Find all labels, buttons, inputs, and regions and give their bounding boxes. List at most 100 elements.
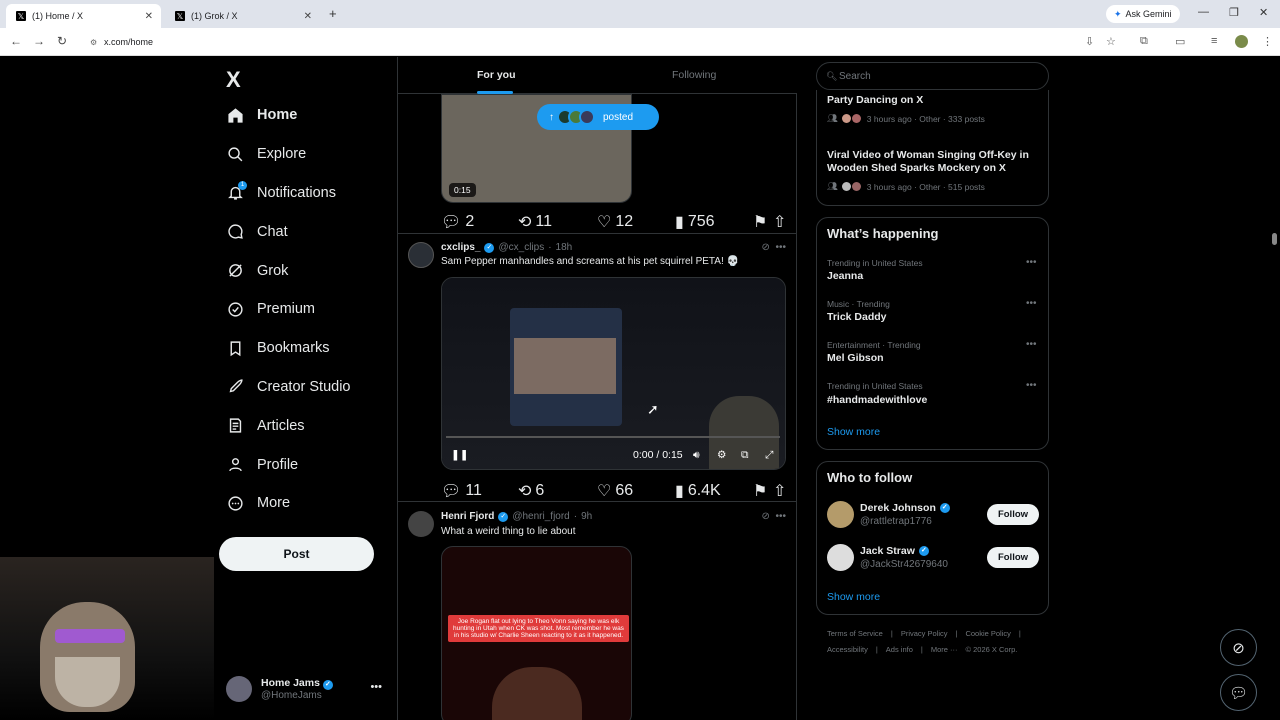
post-time[interactable]: 18h [556, 242, 573, 253]
new-tab-icon[interactable]: + [329, 6, 337, 21]
site-info-icon[interactable]: ⚙ [90, 38, 97, 47]
trend-more-icon[interactable]: ••• [1026, 339, 1037, 350]
browser-tab-home[interactable]: 𝕏 (1) Home / X ✕ [6, 4, 161, 28]
post-media-video[interactable]: Joe Rogan flat out lying to Theo Vonn sa… [441, 546, 632, 720]
browser-profile-avatar[interactable] [1235, 35, 1248, 48]
account-switcher[interactable]: Home Jams ✓ @HomeJams ••• [226, 673, 386, 705]
fullscreen-icon[interactable]: ⤢ [765, 449, 773, 462]
trend-name[interactable]: Mel Gibson [827, 352, 884, 364]
nav-bookmarks[interactable]: Bookmarks [226, 329, 351, 368]
bookmark-icon[interactable]: ⚑ [753, 212, 767, 232]
trend-name[interactable]: #handmadewithlove [827, 394, 927, 406]
install-app-icon[interactable]: ⇩ [1085, 35, 1094, 48]
show-more-trends-link[interactable]: Show more [827, 426, 880, 438]
show-more-follow-link[interactable]: Show more [827, 591, 880, 603]
tab-for-you[interactable]: For you [477, 69, 516, 81]
suggestion-avatar[interactable] [827, 501, 854, 528]
author-avatar[interactable] [408, 242, 434, 268]
trend-more-icon[interactable]: ••• [1026, 257, 1037, 268]
bookmark-star-icon[interactable]: ☆ [1106, 35, 1116, 48]
search-input[interactable]: 🔍︎ Search [816, 62, 1049, 90]
trend-name[interactable]: Trick Daddy [827, 311, 887, 323]
nav-profile[interactable]: Profile [226, 445, 351, 484]
footer-link[interactable]: Ads info [886, 645, 913, 654]
news-title[interactable]: Party Dancing on X [827, 94, 1037, 107]
close-tab-icon[interactable]: ✕ [304, 11, 312, 22]
nav-label: Profile [257, 456, 299, 473]
ask-gemini-button[interactable]: ✦ Ask Gemini [1106, 5, 1180, 23]
page-scrollbar[interactable] [1272, 233, 1277, 245]
tab-search-icon[interactable]: ▭ [1175, 35, 1185, 48]
views-button[interactable]: ▮ 756 [675, 212, 715, 232]
reply-button[interactable]: 💬︎ 2 [441, 212, 474, 232]
nav-articles[interactable]: Articles [226, 406, 351, 445]
repost-button[interactable]: ⟲ 6 [518, 481, 544, 501]
grok-and-more-icons[interactable]: ⊘ ••• [762, 242, 786, 253]
follow-button[interactable]: Follow [987, 547, 1039, 568]
restore-icon[interactable]: ❐ [1229, 6, 1239, 19]
share-icon[interactable]: ⇧ [773, 481, 786, 501]
like-count: 12 [615, 213, 634, 230]
grok-and-more-icons[interactable]: ⊘ ••• [762, 511, 786, 522]
close-window-icon[interactable]: ✕ [1259, 6, 1268, 19]
post-time[interactable]: 9h [581, 511, 592, 522]
minimize-icon[interactable]: — [1198, 6, 1209, 18]
views-button[interactable]: ▮ 6.4K [675, 481, 721, 501]
back-icon[interactable]: ← [10, 34, 22, 48]
nav-more[interactable]: More [226, 484, 351, 523]
like-button[interactable]: ♡ 66 [597, 481, 633, 501]
author-name[interactable]: Henri Fjord [441, 511, 494, 522]
nav-notifications[interactable]: 1 Notifications [226, 174, 351, 213]
footer-link[interactable]: More ··· [931, 645, 958, 654]
new-posts-pill[interactable]: ↑ posted [537, 104, 659, 130]
browser-tab-grok[interactable]: 𝕏 (1) Grok / X ✕ [165, 4, 320, 28]
chrome-menu-icon[interactable]: ⋮ [1262, 35, 1273, 48]
grok-fab-button[interactable]: ⊘ [1220, 629, 1257, 666]
video-player[interactable]: ❚❚ 0:00 / 0:15 🔊︎ ⚙ ⧉ ⤢ [441, 277, 786, 470]
suggestion-avatar[interactable] [827, 544, 854, 571]
settings-gear-icon[interactable]: ⚙ [717, 449, 726, 461]
bookmark-icon[interactable]: ⚑ [753, 481, 767, 501]
follow-button[interactable]: Follow [987, 504, 1039, 525]
media-icon[interactable]: ≡ [1211, 35, 1217, 47]
footer-link[interactable]: Accessibility [827, 645, 868, 654]
author-handle[interactable]: @henri_fjord [512, 511, 569, 522]
reload-icon[interactable]: ↻ [57, 34, 67, 48]
trend-name[interactable]: Jeanna [827, 270, 863, 282]
nav-label: Creator Studio [257, 378, 351, 395]
trend-more-icon[interactable]: ••• [1026, 298, 1037, 309]
author-handle[interactable]: @cx_clips [498, 242, 544, 253]
chat-fab-button[interactable]: 💬︎ [1220, 674, 1257, 711]
tab-following[interactable]: Following [672, 69, 716, 81]
post-button[interactable]: Post [219, 537, 374, 571]
pause-icon[interactable]: ❚❚ [451, 449, 469, 461]
share-icon[interactable]: ⇧ [773, 212, 786, 232]
nav-premium[interactable]: Premium [226, 290, 351, 329]
nav-grok[interactable]: Grok [226, 251, 351, 290]
x-logo[interactable]: X [226, 67, 241, 93]
volume-icon[interactable]: 🔊︎ [693, 449, 700, 462]
footer-link[interactable]: Terms of Service [827, 629, 883, 638]
extensions-icon[interactable]: ⧉ [1140, 35, 1148, 48]
nav-creator-studio[interactable]: Creator Studio [226, 368, 351, 407]
pip-icon[interactable]: ⧉ [741, 449, 749, 462]
forward-icon[interactable]: → [33, 34, 45, 48]
footer-link[interactable]: Cookie Policy [965, 629, 1010, 638]
close-tab-icon[interactable]: ✕ [145, 11, 153, 22]
suggestion-name[interactable]: Derek Johnson ✓ [860, 502, 950, 514]
address-bar[interactable]: ⚙ x.com/home [82, 31, 1082, 53]
nav-chat[interactable]: Chat [226, 212, 351, 251]
trend-more-icon[interactable]: ••• [1026, 380, 1037, 391]
reply-button[interactable]: 💬︎ 11 [441, 481, 482, 501]
news-title[interactable]: Viral Video of Woman Singing Off-Key in … [827, 149, 1037, 175]
nav-home[interactable]: Home [226, 96, 351, 135]
footer-link[interactable]: Privacy Policy [901, 629, 948, 638]
video-progress-bar[interactable] [446, 436, 780, 438]
author-avatar[interactable] [408, 511, 434, 537]
repost-button[interactable]: ⟲ 11 [518, 212, 552, 232]
like-button[interactable]: ♡ 12 [597, 212, 633, 232]
more-dots-icon[interactable]: ••• [370, 681, 382, 693]
suggestion-name[interactable]: Jack Straw ✓ [860, 545, 929, 557]
author-name[interactable]: cxclips_ [441, 242, 480, 253]
nav-explore[interactable]: Explore [226, 135, 351, 174]
